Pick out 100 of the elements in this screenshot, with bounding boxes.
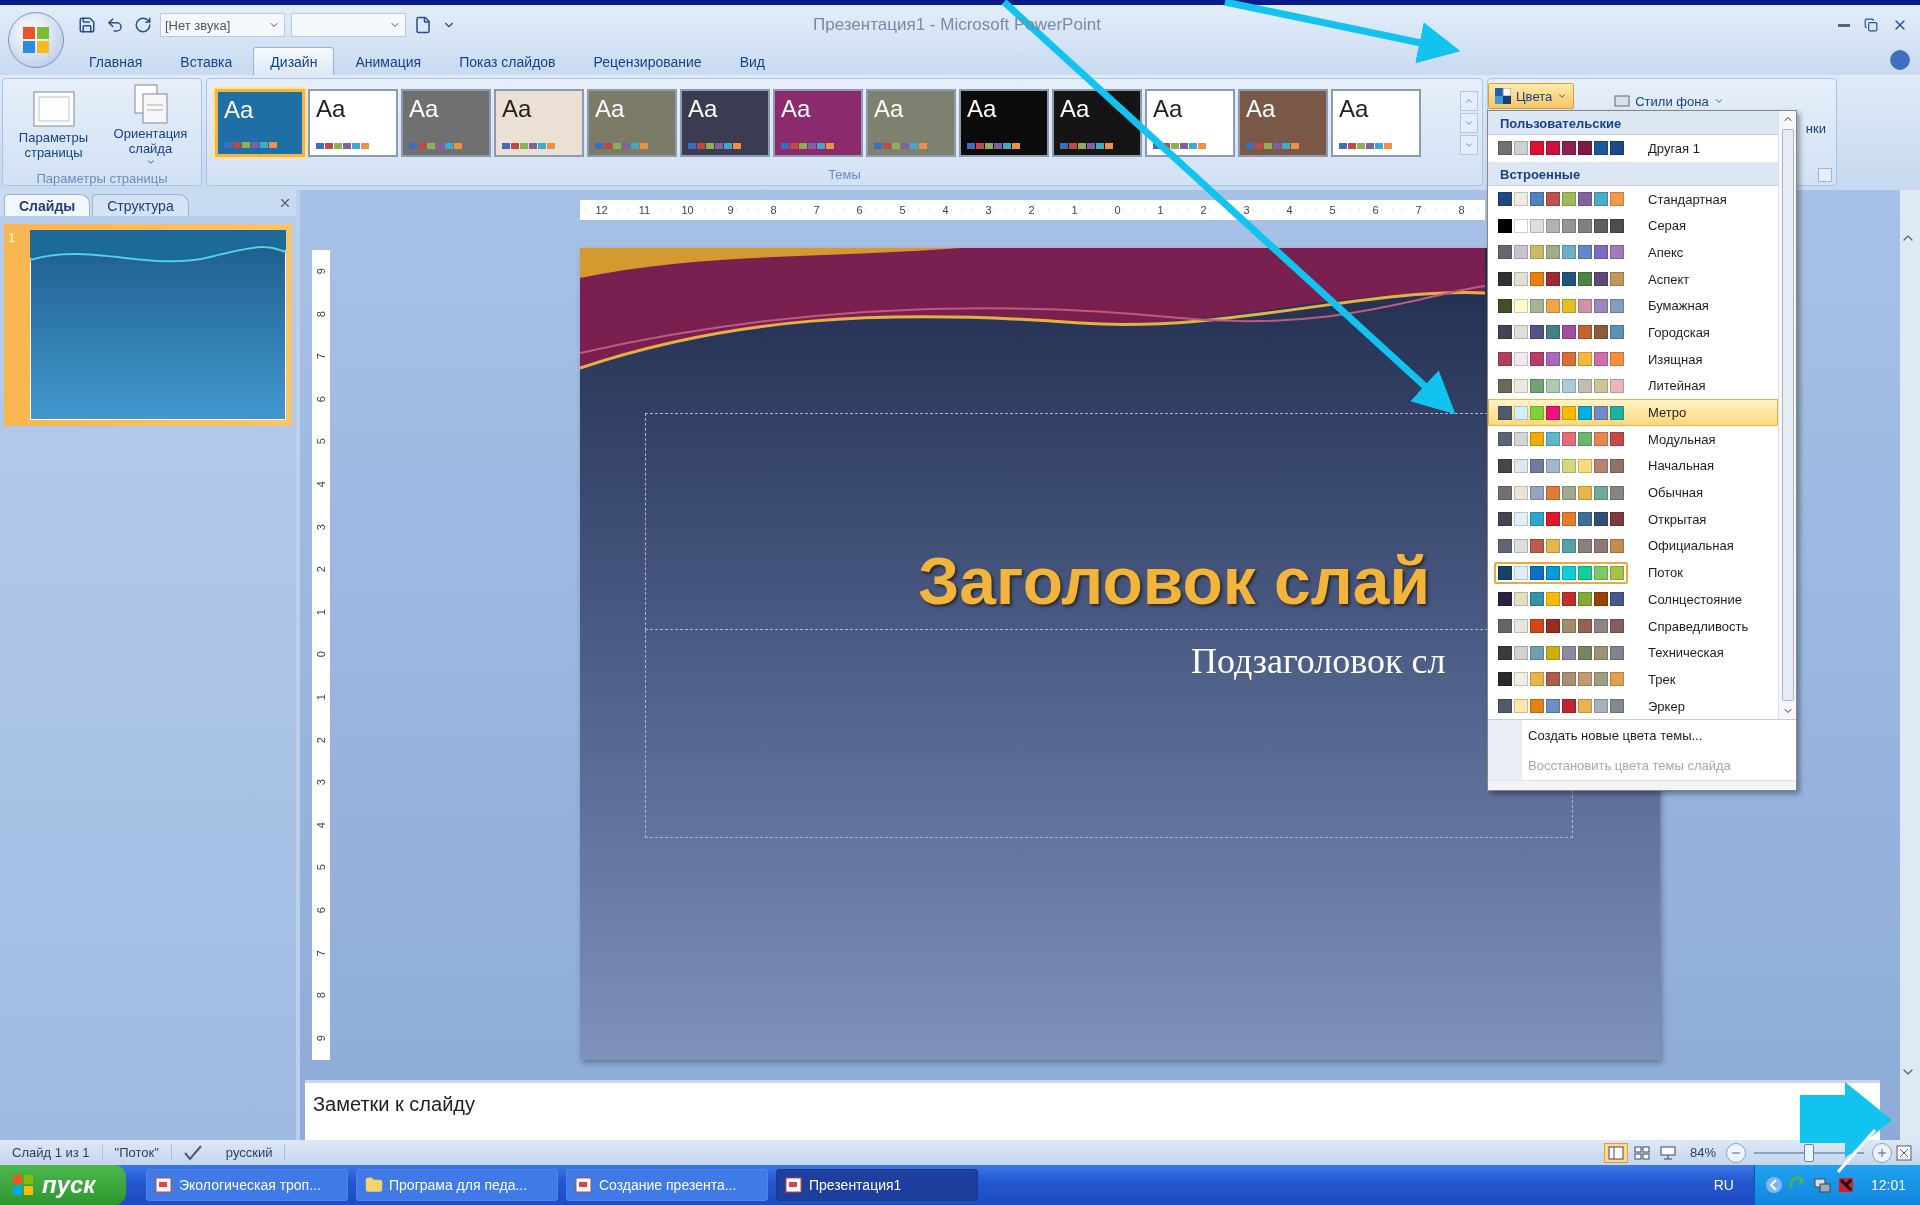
ruler-number: 5 — [897, 204, 908, 216]
theme-thumbnail[interactable]: Aa — [308, 89, 398, 157]
theme-thumbnail[interactable]: Aa — [866, 89, 956, 157]
taskbar-button[interactable]: Презентация1 — [776, 1169, 978, 1201]
colors-button[interactable]: Цвета — [1488, 83, 1575, 109]
menu-item[interactable]: Создать новые цвета темы... — [1522, 720, 1796, 751]
ribbon-tab[interactable]: Вид — [722, 47, 782, 75]
ribbon-button[interactable]: Параметры страницы — [7, 87, 100, 163]
color-scheme-item[interactable]: Литейная — [1488, 372, 1778, 400]
ribbon-tab[interactable]: Анимация — [338, 47, 439, 75]
zoom-level: 84% — [1688, 1145, 1717, 1160]
color-scheme-item[interactable]: Солнцестояние — [1488, 586, 1778, 613]
color-scheme-item[interactable]: Другая 1 — [1488, 135, 1778, 162]
ribbon-tab[interactable]: Показ слайдов — [442, 47, 573, 75]
ruler-number: 9 — [314, 267, 328, 277]
ribbon-tab[interactable]: Рецензирование — [576, 47, 719, 75]
scheme-name: Литейная — [1648, 378, 1706, 394]
section-header: Встроенные — [1488, 161, 1778, 186]
ribbon-button[interactable]: Ориентация слайда — [104, 81, 197, 169]
ribbon-tab[interactable]: Вставка — [163, 47, 250, 75]
color-scheme-item[interactable]: Серая — [1488, 212, 1778, 240]
ruler-number: 4 — [314, 820, 328, 831]
pane-tab[interactable]: Слайды — [4, 194, 91, 216]
scheme-name: Трек — [1648, 671, 1676, 687]
theme-thumbnail[interactable]: Aa — [494, 89, 584, 157]
group-title: Параметры страницы — [36, 170, 168, 186]
theme-thumbnail[interactable]: Aa — [1238, 89, 1328, 157]
ruler-number: 3 — [314, 522, 328, 532]
color-scheme-item[interactable]: Эркер — [1488, 692, 1778, 720]
pane-tab[interactable]: Структура — [92, 194, 189, 216]
ruler-number: 2 — [1198, 204, 1209, 216]
ruler-number: 6 — [854, 204, 865, 216]
color-scheme-item[interactable]: Официальная — [1488, 532, 1778, 560]
ruler-number: 1 — [314, 608, 328, 618]
ruler-number: 4 — [314, 480, 328, 490]
scheme-name: Метро — [1648, 405, 1687, 421]
theme-thumbnail[interactable]: Aa — [680, 89, 770, 157]
color-scheme-item[interactable]: Стандартная — [1488, 185, 1778, 213]
scheme-name: Серая — [1648, 218, 1687, 234]
ruler-number: 4 — [1284, 204, 1295, 216]
ruler-number: 2 — [314, 565, 328, 575]
color-scheme-item[interactable]: Поток — [1488, 559, 1778, 586]
ruler-number: 6 — [1370, 204, 1381, 216]
color-scheme-item[interactable]: Изящная — [1488, 345, 1778, 373]
ruler-number: 6 — [314, 906, 328, 916]
ruler-number: 1 — [1155, 204, 1166, 216]
ruler-number: 9 — [725, 204, 736, 216]
ruler-number: 8 — [1456, 204, 1467, 216]
theme-thumbnail[interactable]: Aa — [587, 89, 677, 157]
theme-thumbnail[interactable]: Aa — [959, 89, 1049, 157]
ruler-number: 3 — [983, 204, 994, 216]
theme-thumbnail[interactable]: Aa — [1331, 89, 1421, 157]
color-scheme-item[interactable]: Открытая — [1488, 505, 1778, 533]
ruler-number: 5 — [1327, 204, 1338, 216]
taskbar-button[interactable]: Создание презента... — [566, 1169, 768, 1201]
ruler-number: 4 — [940, 204, 951, 216]
color-scheme-item[interactable]: Метро — [1488, 399, 1778, 426]
ruler-number: 5 — [314, 863, 328, 873]
theme-thumbnail[interactable]: Aa — [1145, 89, 1235, 157]
ruler-number: 11 — [636, 204, 653, 216]
background-styles-button[interactable]: Стили фона — [1614, 83, 1724, 109]
color-scheme-item[interactable]: Модульная — [1488, 425, 1778, 453]
scheme-name: Другая 1 — [1648, 140, 1700, 156]
scheme-name: Солнцестояние — [1648, 591, 1742, 607]
status-text: "Поток" — [102, 1145, 172, 1160]
scheme-name: Апекс — [1648, 244, 1684, 260]
group-title: Темы — [828, 167, 861, 184]
scheme-name: Городская — [1648, 324, 1710, 340]
color-scheme-item[interactable]: Бумажная — [1488, 292, 1778, 320]
ruler-number: 2 — [314, 735, 328, 745]
color-scheme-item[interactable]: Начальная — [1488, 452, 1778, 480]
scheme-name: Бумажная — [1648, 298, 1709, 314]
notes-pane[interactable]: Заметки к слайду — [305, 1080, 1880, 1140]
scheme-name: Начальная — [1648, 458, 1715, 474]
color-scheme-item[interactable]: Справедливость — [1488, 612, 1778, 640]
color-scheme-item[interactable]: Трек — [1488, 666, 1778, 693]
ribbon-tab[interactable]: Дизайн — [253, 47, 335, 75]
sound-dropdown[interactable]: [Нет звука] — [160, 13, 285, 37]
scheme-name: Модульная — [1648, 431, 1716, 447]
theme-thumbnail[interactable]: Aa — [401, 89, 491, 157]
taskbar-button[interactable]: Экологическая троп... — [146, 1169, 348, 1201]
color-scheme-item[interactable]: Городская — [1488, 319, 1778, 346]
color-scheme-item[interactable]: Аспект — [1488, 265, 1778, 293]
theme-thumbnail[interactable]: Aa — [773, 89, 863, 157]
ruler-number: 8 — [314, 991, 328, 1001]
theme-thumbnail[interactable]: Aa — [1052, 89, 1142, 157]
theme-thumbnail[interactable]: Aa — [215, 89, 305, 157]
ruler-number: 1 — [314, 693, 328, 703]
keyboard-language: RU — [1713, 1177, 1735, 1193]
slide-number: 1 — [8, 230, 17, 247]
scheme-name: Изящная — [1648, 351, 1703, 367]
slide-subtitle: Подзаголовок сл — [1191, 641, 1446, 681]
scheme-name: Открытая — [1648, 511, 1707, 527]
ruler-number: 6 — [314, 395, 328, 405]
color-scheme-item[interactable]: Техническая — [1488, 639, 1778, 667]
taskbar-button[interactable]: Програма для педа... — [356, 1169, 558, 1201]
color-scheme-item[interactable]: Обычная — [1488, 479, 1778, 506]
color-scheme-item[interactable]: Апекс — [1488, 239, 1778, 266]
status-text: Слайд 1 из 1 — [0, 1145, 103, 1160]
ribbon-tab[interactable]: Главная — [72, 47, 160, 75]
